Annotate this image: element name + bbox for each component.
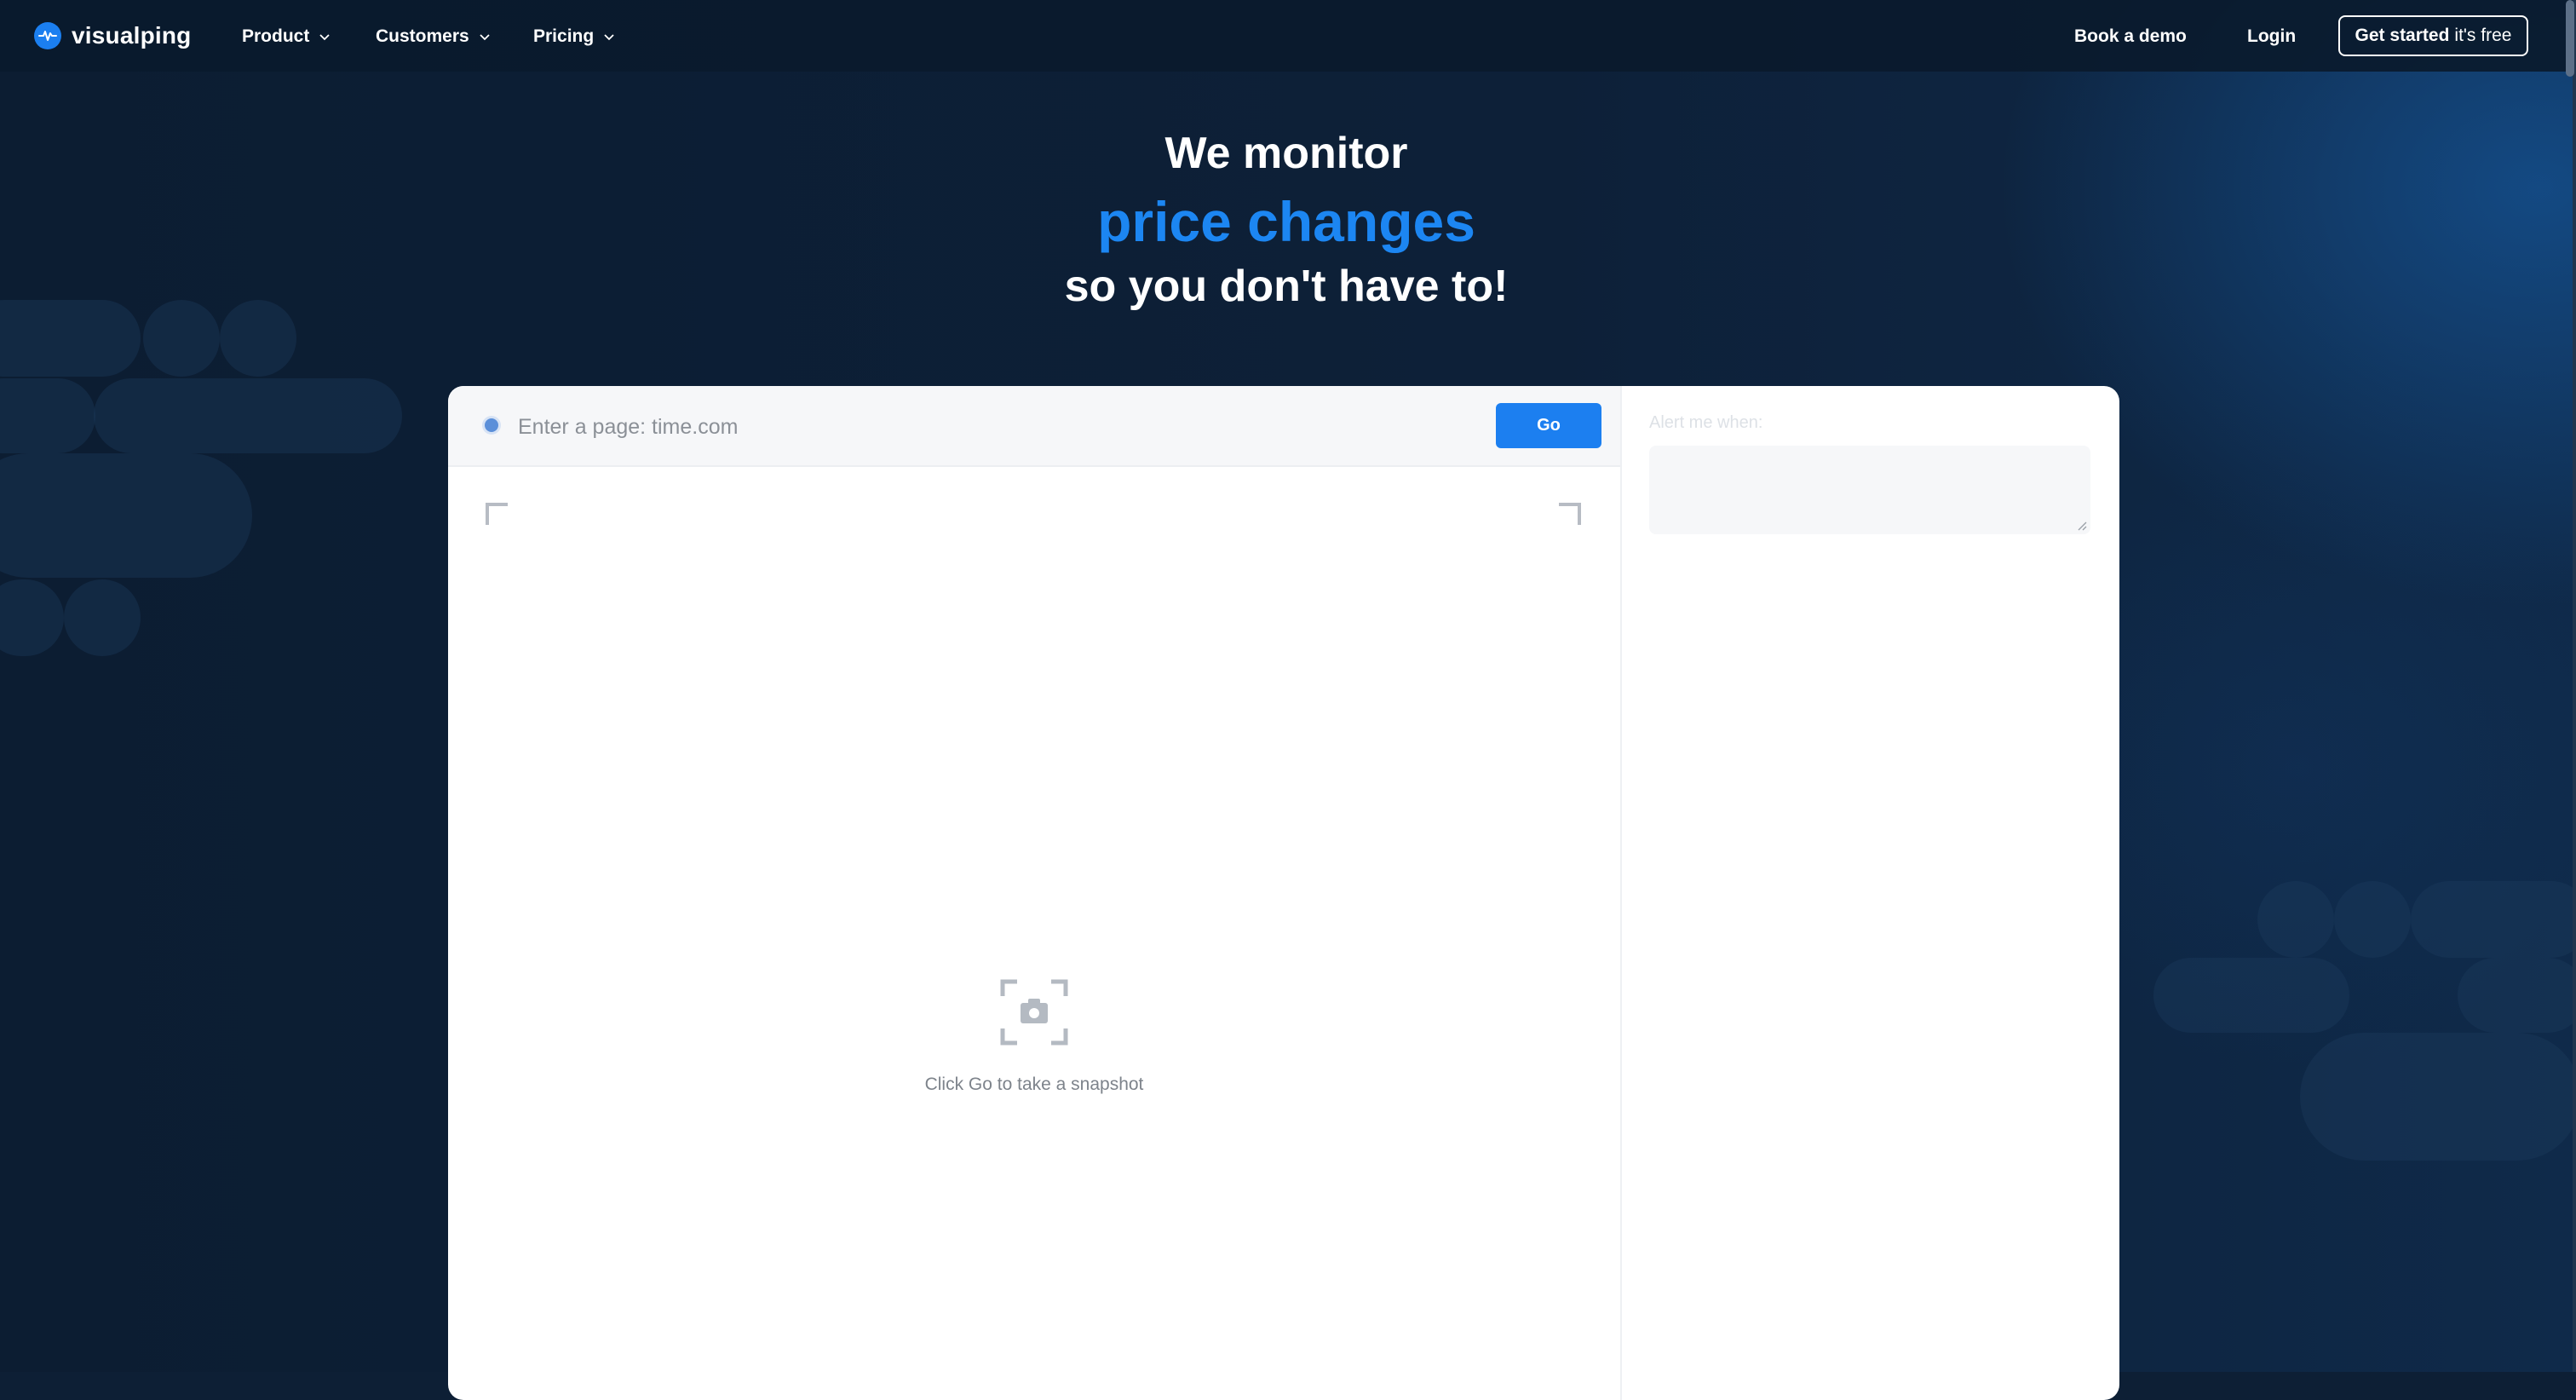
logo[interactable]: visualping [34,20,191,51]
monitor-setup-card: Go Click Go to take a snapshot Alert me … [448,386,2119,1400]
nav-pricing-label: Pricing [533,26,595,46]
top-navbar: visualping Product Customers Pricing Boo… [0,0,2573,72]
logo-text: visualping [72,22,192,49]
url-input[interactable] [516,406,1457,447]
go-button[interactable]: Go [1496,403,1601,448]
chevron-down-icon [480,34,490,41]
url-bar: Go [448,386,1620,467]
frame-corner-top-right [1559,503,1581,525]
nav-customers-label: Customers [376,26,469,46]
login-link[interactable]: Login [2247,22,2296,51]
book-demo-link[interactable]: Book a demo [2074,22,2187,51]
nav-pricing[interactable]: Pricing [533,22,616,51]
snapshot-pane: Go Click Go to take a snapshot [448,386,1622,1400]
logo-icon [34,22,61,49]
hero-title-line-3: so you don't have to! [1064,262,1509,311]
chevron-down-icon [604,34,614,41]
camera-icon [1000,979,1068,1046]
nav-product-label: Product [242,26,310,46]
get-started-sublabel: it's free [2454,26,2512,45]
page-scrollbar-thumb[interactable] [2566,0,2574,77]
nav-customers[interactable]: Customers [376,22,492,51]
frame-corner-top-left [486,503,508,525]
nav-product[interactable]: Product [242,22,331,51]
status-dot-icon [485,418,498,432]
resize-grip-icon[interactable] [2077,521,2087,531]
page-scrollbar-track[interactable] [2573,0,2576,1372]
hero-title-highlight: price changes [1097,190,1475,253]
get-started-button[interactable]: Get started it's free [2338,15,2528,56]
hero-title-line-1: We monitor [1164,129,1408,178]
chevron-down-icon [319,34,330,41]
alert-condition-input[interactable] [1649,446,2090,534]
get-started-label: Get started [2355,26,2450,45]
snapshot-hint: Click Go to take a snapshot [924,1074,1144,1094]
alert-label: Alert me when: [1649,413,1763,432]
